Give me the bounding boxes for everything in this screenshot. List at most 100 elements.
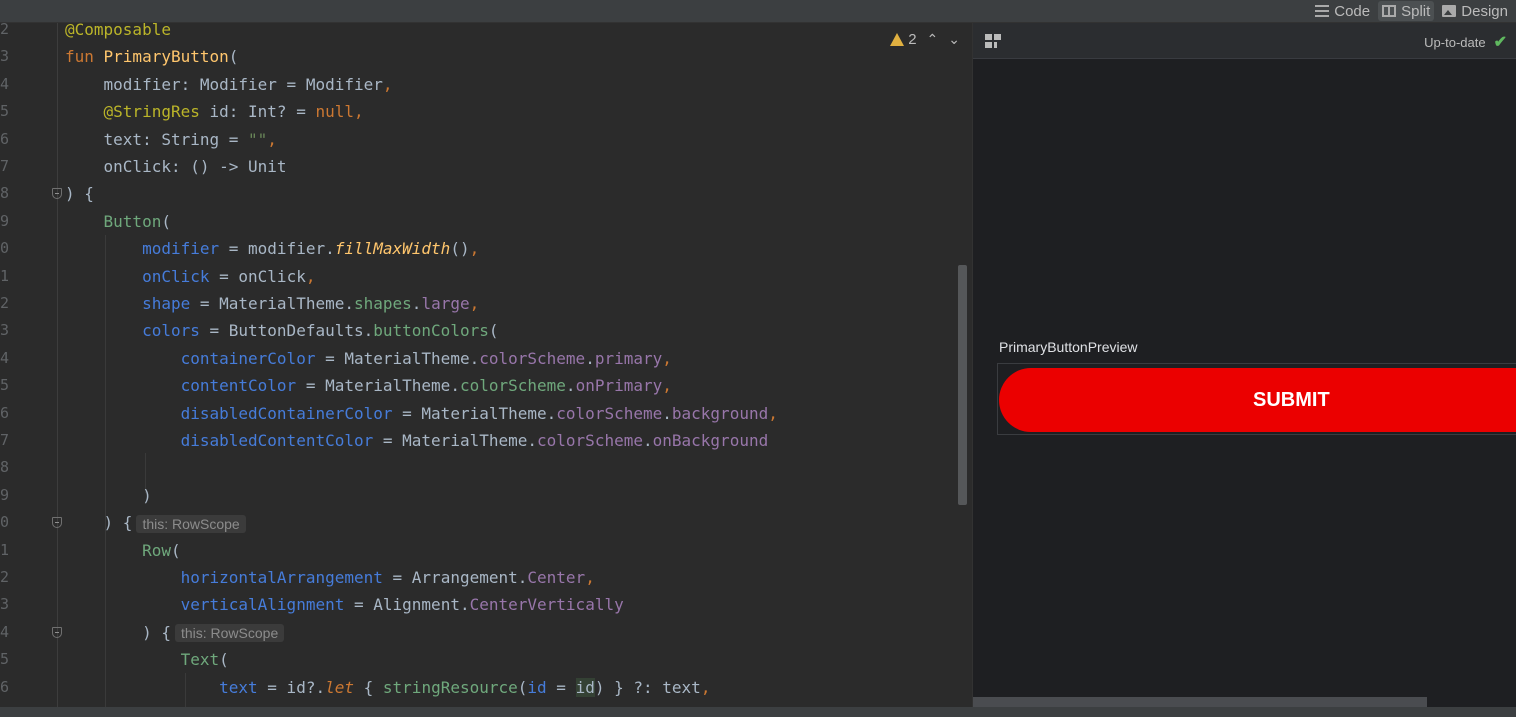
preview-status: Up-to-date ✔ — [1424, 32, 1507, 52]
previous-highlight-icon[interactable]: ⌃ — [927, 31, 939, 48]
line-number: 0 — [0, 513, 10, 532]
code-text: shape = MaterialTheme.shapes.large, — [142, 294, 480, 313]
code-line: 3 verticalAlignment = Alignment.CenterVe… — [0, 591, 970, 618]
code-line: 6 text: String = "", — [0, 126, 970, 153]
image-icon — [1442, 5, 1457, 17]
code-line: 4 containerColor = MaterialTheme.colorSc… — [0, 345, 970, 372]
code-line: 8 — [0, 454, 970, 481]
line-number: 7 — [0, 431, 10, 449]
code-text: horizontalArrangement = Arrangement.Cent… — [180, 568, 595, 587]
code-text: ) { — [65, 184, 94, 204]
preview-composable-name: PrimaryButtonPreview — [999, 339, 1138, 355]
code-text: Row( — [142, 540, 181, 560]
code-line: 7 disabledContentColor = MaterialTheme.c… — [0, 427, 970, 454]
code-line: 0 modifier = modifier.fillMaxWidth(), — [0, 235, 970, 262]
code-text: onClick: () -> Unit — [65, 157, 287, 176]
split-mode-label: Split — [1401, 2, 1431, 20]
line-number: 5 — [0, 376, 10, 395]
line-number: 8 — [0, 184, 10, 203]
inspection-widget[interactable]: 2 ⌃ ⌄ — [890, 31, 960, 48]
line-number: 0 — [0, 239, 10, 258]
code-mode-label: Code — [1334, 2, 1371, 20]
next-highlight-icon[interactable]: ⌄ — [948, 31, 960, 48]
line-number: 2 — [0, 23, 10, 38]
bottom-status-strip — [0, 707, 1516, 717]
code-line: 1 onClick = onClick, — [0, 263, 970, 290]
code-line: 2 @Composable — [0, 23, 970, 43]
code-line: 9 ) — [0, 482, 970, 509]
code-line: 1 Row( — [0, 537, 970, 564]
code-text: @Composable — [65, 23, 171, 39]
code-text: @StringRes id: Int? = null, — [103, 102, 364, 122]
code-text: ) {this: RowScope — [65, 619, 285, 646]
code-line: 3 colors = ButtonDefaults.buttonColors( — [0, 317, 970, 344]
code-text: ) {this: RowScope — [65, 509, 246, 536]
line-number: 9 — [0, 211, 10, 230]
code-mode-button[interactable]: Code — [1311, 1, 1374, 21]
code-line: 0 ) {this: RowScope — [0, 509, 970, 536]
code-line: 2 horizontalArrangement = Arrangement.Ce… — [0, 564, 970, 591]
code-text: verticalAlignment = Alignment.CenterVert… — [180, 595, 624, 615]
code-line: 4 ) {this: RowScope — [0, 619, 970, 646]
code-line: 6 text = id?.let { stringResource(id = i… — [0, 674, 970, 701]
code-editor[interactable]: 2 @Composable 3 fun PrimaryButton( 4 modifie… — [0, 23, 970, 707]
design-mode-label: Design — [1461, 2, 1508, 20]
code-text: modifier: Modifier = Modifier, — [65, 74, 393, 94]
view-mode-switcher: Code Split Design — [1311, 0, 1512, 22]
line-number: 4 — [0, 348, 10, 367]
line-number: 6 — [0, 129, 10, 148]
line-number: 3 — [0, 595, 10, 614]
design-mode-button[interactable]: Design — [1438, 1, 1512, 21]
line-number: 5 — [0, 650, 10, 669]
code-text: containerColor = MaterialTheme.colorSche… — [180, 348, 672, 368]
line-number: 3 — [0, 47, 10, 66]
code-line: 2 shape = MaterialTheme.shapes.large, — [0, 290, 970, 317]
line-number: 5 — [0, 102, 10, 121]
split-mode-button[interactable]: Split — [1378, 1, 1435, 21]
code-text: colors = ButtonDefaults.buttonColors( — [142, 321, 499, 341]
code-text: fun PrimaryButton( — [65, 47, 239, 67]
line-number: 6 — [0, 403, 10, 422]
code-text: Text( — [180, 650, 229, 670]
horizontal-scrollbar[interactable] — [973, 697, 1427, 707]
code-line: 6 disabledContainerColor = MaterialTheme… — [0, 400, 970, 427]
code-text: disabledContainerColor = MaterialTheme.c… — [180, 403, 778, 423]
code-line: 5 @StringRes id: Int? = null, — [0, 98, 970, 125]
line-number: 7 — [0, 157, 10, 175]
submit-button-preview[interactable]: SUBMIT — [999, 368, 1516, 432]
line-number: 1 — [0, 266, 10, 285]
code-text: text = id?.let { stringResource(id = id)… — [219, 677, 711, 697]
line-number: 2 — [0, 294, 10, 312]
line-number: 3 — [0, 321, 10, 340]
warning-icon — [890, 33, 905, 46]
code-line: 7 onClick: () -> Unit — [0, 153, 970, 180]
code-text: onClick = onClick, — [142, 266, 316, 286]
line-number: 6 — [0, 677, 10, 696]
editor-top-toolbar: Code Split Design — [0, 0, 1516, 23]
fold-marker-icon[interactable] — [52, 626, 62, 638]
fold-marker-icon[interactable] — [52, 188, 62, 200]
preview-status-text: Up-to-date — [1424, 34, 1486, 50]
vertical-scrollbar[interactable] — [958, 265, 967, 505]
preview-toolbar: Up-to-date ✔ — [973, 23, 1516, 59]
code-text: contentColor = MaterialTheme.colorScheme… — [180, 376, 672, 396]
line-number: 9 — [0, 485, 10, 504]
code-line: 3 fun PrimaryButton( — [0, 43, 970, 70]
inlay-hint: this: RowScope — [136, 514, 246, 533]
code-line: 4 modifier: Modifier = Modifier, — [0, 71, 970, 98]
code-line: 5 Text( — [0, 646, 970, 673]
line-number: 4 — [0, 622, 10, 641]
line-number: 1 — [0, 540, 10, 559]
code-line: 8 ) { — [0, 180, 970, 207]
line-number: 8 — [0, 458, 10, 477]
code-text: Button( — [103, 211, 171, 231]
line-number: 2 — [0, 568, 10, 586]
layout-grid-icon[interactable] — [985, 34, 1001, 48]
code-text: disabledContentColor = MaterialTheme.col… — [180, 431, 769, 450]
fold-marker-icon[interactable] — [52, 517, 62, 529]
split-icon — [1382, 5, 1397, 17]
code-line: 9 Button( — [0, 208, 970, 235]
line-number: 4 — [0, 74, 10, 93]
code-text: text: String = "", — [65, 129, 277, 149]
code-text: modifier = modifier.fillMaxWidth(), — [142, 239, 480, 259]
